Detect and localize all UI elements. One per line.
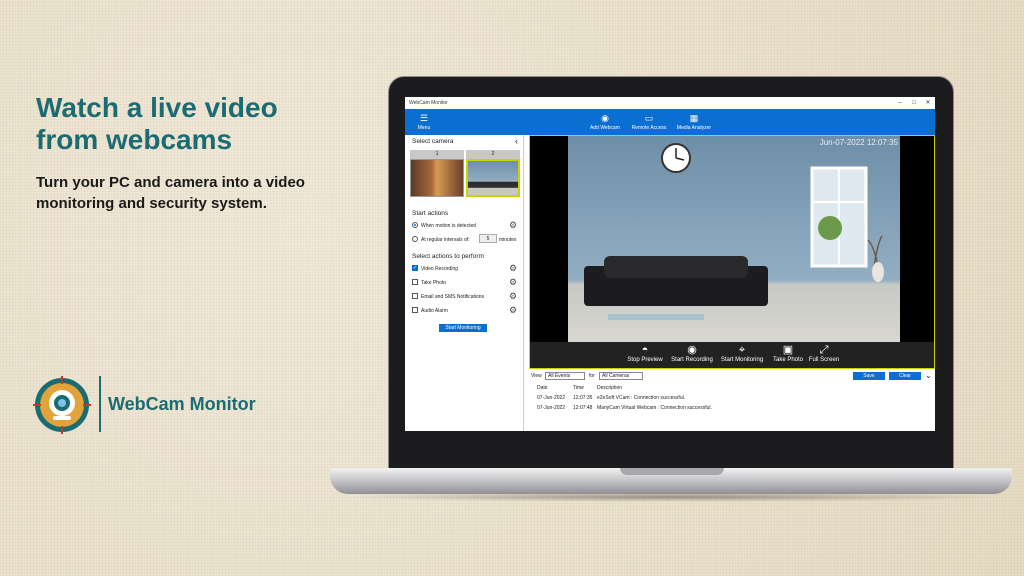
actions-title: Select actions to perform xyxy=(412,253,484,260)
for-select-value: All Cameras xyxy=(602,373,630,379)
chevron-left-icon[interactable]: ‹ xyxy=(515,136,518,146)
start-monitoring-video-button[interactable]: ⌖ Start Monitoring xyxy=(716,344,768,363)
log-date: 07-Jun-2022 xyxy=(537,405,566,411)
start-actions-title: Start actions xyxy=(412,210,449,217)
stop-preview-label: Stop Preview xyxy=(627,357,663,363)
brand-name: WebCam Monitor xyxy=(108,394,256,414)
clear-button[interactable]: Clear xyxy=(889,372,921,380)
video-recording-gear-icon[interactable]: ⚙ xyxy=(509,264,517,273)
video-controls: ◓ Stop Preview ◉ Start Recording ⌖ Start… xyxy=(530,342,934,368)
video-recording-checkbox[interactable]: ✓ xyxy=(412,265,418,271)
maximize-button[interactable]: □ xyxy=(907,97,921,109)
log-date: 07-Jun-2022 xyxy=(537,395,566,401)
interval-stepper[interactable]: 5 xyxy=(479,234,497,243)
living-room-scene xyxy=(584,143,884,320)
sidebar: Select camera ‹ 1 2 Start actions When m… xyxy=(405,135,524,431)
minimize-button[interactable]: – xyxy=(893,97,907,109)
camera-feed-image xyxy=(568,136,900,342)
start-monitoring-video-label: Start Monitoring xyxy=(720,357,764,363)
header-date: Date xyxy=(537,385,548,391)
video-timestamp: Jun-07-2022 12:07:35 xyxy=(819,138,898,147)
start-recording-label: Start Recording xyxy=(671,357,713,363)
remote-access-icon: ▭ xyxy=(644,113,654,123)
window-title: WebCam Monitor xyxy=(405,97,935,109)
select-camera-title: Select camera xyxy=(412,138,454,145)
action-label-email-sms: Email and SMS Notifications xyxy=(421,294,485,300)
camera-tab-1[interactable]: 1 xyxy=(410,150,464,159)
webcam-logo-icon xyxy=(33,376,91,434)
for-select[interactable]: All Cameras xyxy=(599,372,643,380)
view-select[interactable]: All Events xyxy=(545,372,585,380)
close-button[interactable]: ✕ xyxy=(921,97,935,109)
add-webcam-icon: ◉ xyxy=(601,113,609,123)
for-label: for xyxy=(589,373,595,379)
action-label-audio-alarm: Audio Alarm xyxy=(421,308,448,314)
stop-preview-button[interactable]: ◓ Stop Preview xyxy=(624,344,666,363)
subtitle-line-1: Turn your PC and camera into a video xyxy=(36,174,305,191)
crosshair-icon: ⌖ xyxy=(738,344,746,356)
log-description: e2eSoft VCam : Connection successful. xyxy=(597,395,686,401)
action-label-take-photo: Take Photo xyxy=(421,280,447,286)
log-row[interactable]: 07-Jun-2022 12:07:48 ManyCam Virtual Web… xyxy=(529,403,935,413)
video-preview[interactable]: Jun-07-2022 12:07:35 ◓ Stop Preview ◉ St… xyxy=(529,135,935,369)
header-description: Description xyxy=(597,385,623,391)
subtitle-line-2: monitoring and security system. xyxy=(36,195,267,212)
email-sms-gear-icon[interactable]: ⚙ xyxy=(509,292,517,301)
record-icon: ◉ xyxy=(687,344,697,356)
interval-option-label: At regular intervals of: xyxy=(421,237,470,243)
take-photo-button[interactable]: ▣ Take Photo xyxy=(768,344,808,363)
interval-unit: minutes xyxy=(499,237,517,243)
view-select-value: All Events xyxy=(548,373,571,379)
chevron-down-icon[interactable]: ⌄ xyxy=(925,371,932,380)
laptop-base-notch xyxy=(620,468,724,475)
camera-tab-2[interactable]: 2 xyxy=(466,150,520,159)
motion-radio[interactable] xyxy=(412,222,418,228)
menu-button[interactable]: ☰ Menu xyxy=(413,109,435,135)
header-time: Time xyxy=(573,385,584,391)
hamburger-icon: ☰ xyxy=(419,113,429,123)
eye-icon: ◓ xyxy=(641,344,649,356)
take-photo-checkbox[interactable] xyxy=(412,279,418,285)
take-photo-gear-icon[interactable]: ⚙ xyxy=(509,278,517,287)
logo-divider xyxy=(99,376,101,432)
app-window: WebCam Monitor – □ ✕ ☰ Menu ◉ Add Webcam… xyxy=(405,97,935,431)
log-header: Date Time Description xyxy=(529,383,935,393)
full-screen-button[interactable]: ⤢ Full Screen xyxy=(806,344,842,363)
expand-icon: ⤢ xyxy=(819,344,829,356)
camera-thumbnail-2[interactable] xyxy=(466,159,520,197)
add-webcam-button[interactable]: ◉ Add Webcam xyxy=(587,109,623,135)
headline: Watch a live video from webcams xyxy=(36,92,336,156)
media-analyzer-icon: ▦ xyxy=(689,113,699,123)
headline-line-2: from webcams xyxy=(36,124,233,155)
view-label: View xyxy=(531,373,542,379)
action-label-video-recording: Video Recording xyxy=(421,266,458,272)
start-monitoring-button[interactable]: Start Monitoring xyxy=(439,324,487,332)
log-time: 12:07:35 xyxy=(573,395,593,401)
media-analyzer-label: Media Analyzer xyxy=(676,125,712,131)
email-sms-checkbox[interactable] xyxy=(412,293,418,299)
log-time: 12:07:48 xyxy=(573,405,593,411)
log-row[interactable]: 07-Jun-2022 12:07:35 e2eSoft VCam : Conn… xyxy=(529,393,935,403)
interval-radio[interactable] xyxy=(412,236,418,242)
motion-option-label: When motion is detected xyxy=(421,223,477,229)
media-analyzer-button[interactable]: ▦ Media Analyzer xyxy=(673,109,715,135)
add-webcam-label: Add Webcam xyxy=(590,125,620,131)
remote-access-button[interactable]: ▭ Remote Access xyxy=(629,109,669,135)
motion-settings-gear-icon[interactable]: ⚙ xyxy=(509,221,517,230)
full-screen-label: Full Screen xyxy=(808,357,840,363)
take-photo-label: Take Photo xyxy=(772,357,804,363)
audio-alarm-checkbox[interactable] xyxy=(412,307,418,313)
audio-alarm-gear-icon[interactable]: ⚙ xyxy=(509,306,517,315)
camera-thumbnail-1[interactable] xyxy=(410,159,464,197)
save-button[interactable]: Save xyxy=(853,372,885,380)
start-recording-button[interactable]: ◉ Start Recording xyxy=(667,344,717,363)
remote-access-label: Remote Access xyxy=(631,125,667,131)
camera-icon: ▣ xyxy=(782,344,794,356)
event-filter-bar: View All Events for All Cameras Save Cle… xyxy=(529,370,935,382)
log-description: ManyCam Virtual Webcam : Connection succ… xyxy=(597,405,712,411)
subtitle: Turn your PC and camera into a video mon… xyxy=(36,172,326,214)
toolbar: ☰ Menu ◉ Add Webcam ▭ Remote Access ▦ Me… xyxy=(405,109,935,135)
menu-label: Menu xyxy=(417,125,431,131)
headline-line-1: Watch a live video xyxy=(36,92,278,123)
